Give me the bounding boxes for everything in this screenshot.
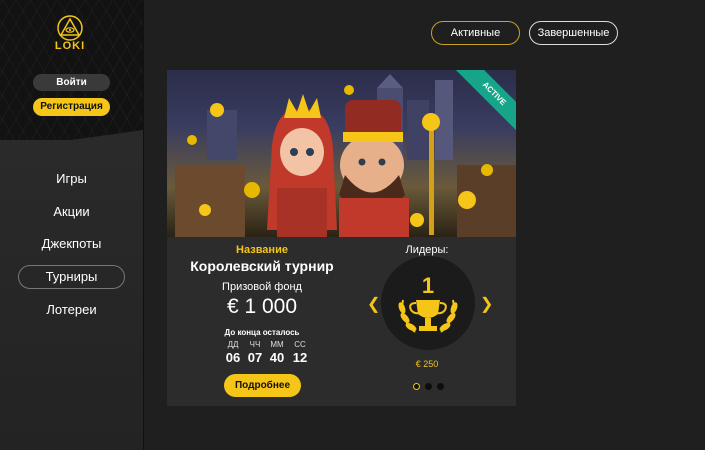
name-label: Название [236,244,288,256]
chevron-left-icon[interactable]: ❮ [367,294,380,314]
register-button[interactable]: Регистрация [33,98,110,116]
filter-active-button[interactable]: Активные [431,21,520,45]
details-button[interactable]: Подробнее [224,374,301,397]
tournament-title: Королевский турнир [190,258,334,274]
eye-triangle-icon [57,15,83,41]
countdown-label: До конца осталось [224,328,300,337]
sidebar-item-games[interactable]: Игры [18,167,125,191]
login-button[interactable]: Войти [33,74,110,91]
leader-prize: € 250 [415,359,439,369]
sidebar-item-lotteries[interactable]: Лотереи [18,298,125,322]
carousel-dot[interactable] [437,383,444,390]
sidebar-item-tournaments[interactable]: Турниры [18,265,125,289]
logo[interactable]: LOKI [52,14,88,62]
tournament-banner-image[interactable]: ACTIVE [167,70,516,237]
leader-panel [381,256,475,350]
logo-text: LOKI [54,40,86,52]
countdown-value: 12 [292,350,308,365]
tournament-card: ACTIVE Название Королевский турнир Призо… [167,70,516,406]
leader-rank: 1 [421,273,435,298]
sidebar-divider [143,0,144,450]
leaders-label: Лидеры: [405,244,449,256]
sidebar-item-promotions[interactable]: Акции [18,200,125,224]
trophy-laurel-icon [398,299,458,333]
prize-value: € 1 000 [226,295,298,318]
filter-finished-button[interactable]: Завершенные [529,21,618,45]
banner-illustration [175,74,516,237]
countdown-seconds: СС 12 [285,340,315,365]
carousel-dot[interactable] [425,383,432,390]
sidebar [0,0,143,450]
countdown-unit: СС [294,340,306,349]
sidebar-item-jackpots[interactable]: Джекпоты [18,232,125,256]
chevron-right-icon[interactable]: ❯ [480,294,493,314]
prize-label: Призовой фонд [222,281,302,293]
carousel-dot[interactable] [413,383,420,390]
